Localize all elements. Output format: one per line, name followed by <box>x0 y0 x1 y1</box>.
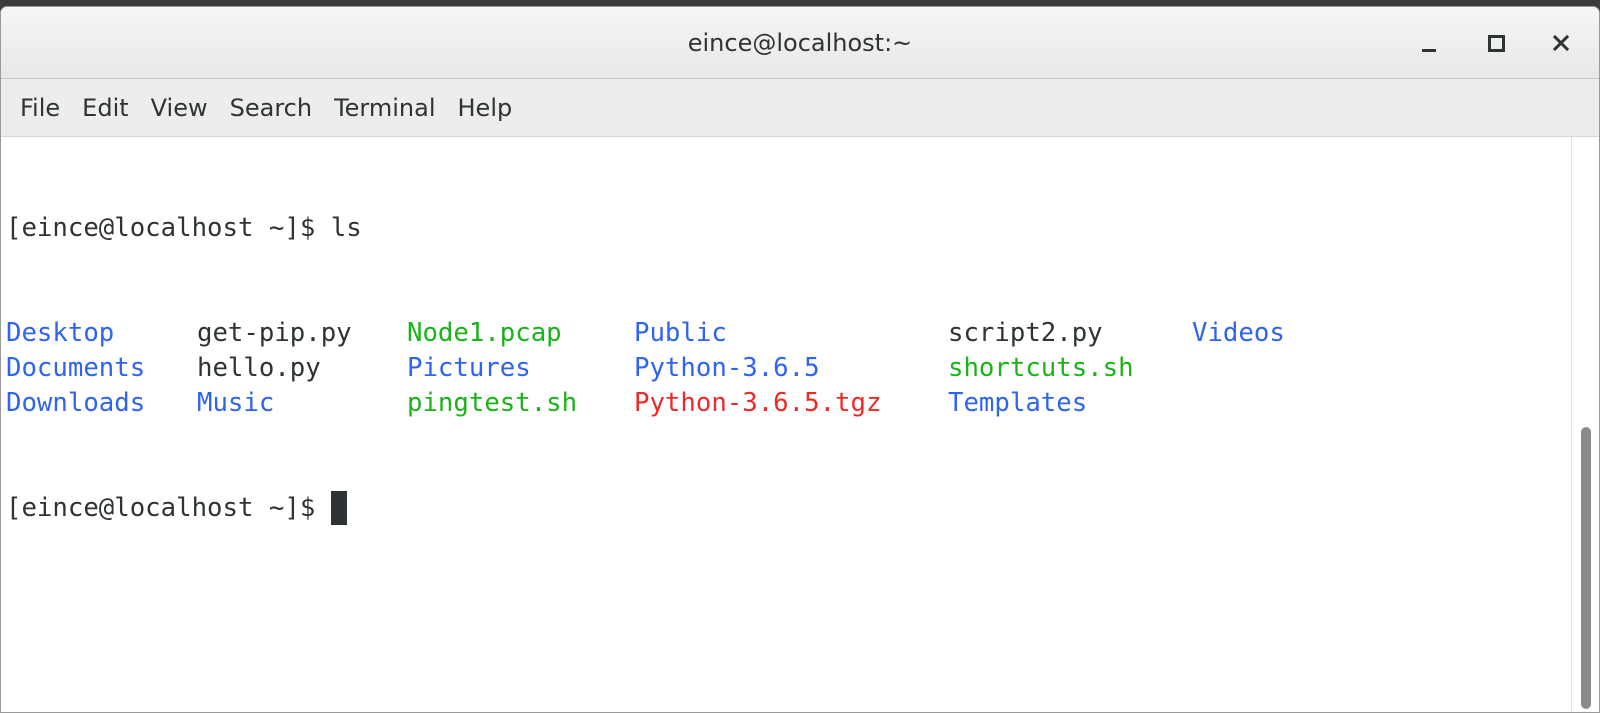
ls-output-row: Documents hello.py Pictures Python-3.6.5 sho… <box>6 351 1573 386</box>
menu-search[interactable]: Search <box>219 86 323 130</box>
close-button[interactable] <box>1541 25 1581 61</box>
ls-entry: Python-3.6.5 <box>634 353 820 383</box>
scrollbar-thumb[interactable] <box>1581 427 1591 709</box>
title-bar[interactable]: eince@localhost:~ <box>1 7 1599 79</box>
ls-entry: script2.py <box>948 318 1103 348</box>
menu-bar: File Edit View Search Terminal Help <box>1 79 1599 137</box>
ls-output-row: Downloads Music pingtest.sh Python-3.6.5.tg… <box>6 386 1573 421</box>
minimize-icon <box>1422 48 1436 52</box>
window-title: eince@localhost:~ <box>687 29 913 57</box>
menu-file[interactable]: File <box>9 86 71 130</box>
ls-entry: Pictures <box>407 353 531 383</box>
ls-entry: Templates <box>948 388 1088 418</box>
ls-entry: hello.py <box>197 353 321 383</box>
ls-entry: Python-3.6.5.tgz <box>634 388 882 418</box>
ls-entry: Videos <box>1192 318 1285 348</box>
close-icon <box>1552 34 1570 52</box>
ls-entry: Public <box>634 318 727 348</box>
menu-help[interactable]: Help <box>447 86 524 130</box>
menu-terminal[interactable]: Terminal <box>323 86 446 130</box>
ls-entry: Downloads <box>6 388 146 418</box>
terminal-output[interactable]: [eince@localhost ~]$ ls Desktop get-pip.p… <box>1 137 1573 712</box>
ls-output: Desktop get-pip.py Node1.pcap Public script2… <box>6 316 1573 421</box>
ls-entry: Documents <box>6 353 146 383</box>
menu-view[interactable]: View <box>140 86 219 130</box>
ls-entry: Desktop <box>6 318 115 348</box>
shell-prompt: [eince@localhost ~]$ <box>6 213 331 243</box>
active-prompt-line: [eince@localhost ~]$ <box>6 491 1573 526</box>
ls-entry: pingtest.sh <box>407 388 578 418</box>
maximize-icon <box>1487 34 1505 52</box>
command-line: [eince@localhost ~]$ ls <box>6 211 1573 246</box>
shell-prompt: [eince@localhost ~]$ <box>6 493 331 523</box>
minimize-button[interactable] <box>1409 25 1449 61</box>
ls-entry: Node1.pcap <box>407 318 562 348</box>
ls-entry: get-pip.py <box>197 318 352 348</box>
ls-output-row: Desktop get-pip.py Node1.pcap Public script2… <box>6 316 1573 351</box>
ls-entry: shortcuts.sh <box>948 353 1134 383</box>
menu-edit[interactable]: Edit <box>71 86 139 130</box>
vertical-scrollbar[interactable] <box>1571 137 1599 712</box>
terminal-window: eince@localhost:~ File Edit View Search … <box>0 6 1600 713</box>
maximize-button[interactable] <box>1476 25 1516 61</box>
ls-entry: Music <box>197 388 275 418</box>
text-cursor <box>330 491 347 525</box>
command-text: ls <box>330 213 362 243</box>
